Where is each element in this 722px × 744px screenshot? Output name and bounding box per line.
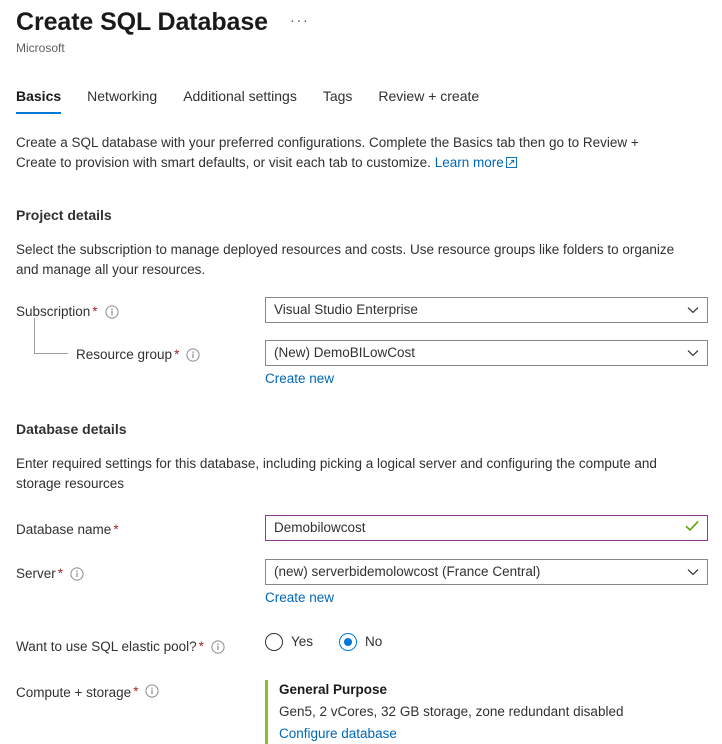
elastic-pool-control: Yes No — [265, 632, 706, 651]
configure-database-link[interactable]: Configure database — [279, 723, 397, 744]
subscription-required-marker: * — [92, 304, 98, 319]
intro-text: Create a SQL database with your preferre… — [16, 135, 639, 170]
radio-circle-selected-icon — [339, 633, 358, 651]
learn-more-link[interactable]: Learn more — [435, 155, 517, 170]
project-details-description: Select the subscription to manage deploy… — [16, 242, 675, 277]
external-link-icon — [505, 154, 517, 174]
compute-storage-required-marker: * — [133, 684, 139, 699]
resource-group-row: Resource group * (New) DemoBILowCost Cre… — [16, 318, 708, 388]
resource-group-value: (New) DemoBILowCost — [274, 345, 416, 360]
radio-circle-icon — [265, 633, 283, 651]
info-icon[interactable] — [145, 684, 160, 698]
subscription-label: Subscription — [16, 303, 91, 319]
compute-tier-name: General Purpose — [279, 682, 388, 697]
valid-check-icon — [685, 516, 699, 540]
tab-basics[interactable]: Basics — [16, 87, 62, 114]
elastic-pool-required-marker: * — [198, 639, 204, 654]
database-name-control: Demobilowcost — [265, 515, 708, 541]
resource-group-label: Resource group — [76, 346, 173, 362]
subscription-control: Visual Studio Enterprise — [265, 297, 708, 323]
compute-storage-summary-card: General Purpose Gen5, 2 vCores, 32 GB st… — [265, 680, 706, 744]
server-dropdown[interactable]: (new) serverbidemolowcost (France Centra… — [265, 559, 708, 585]
elastic-pool-label: Want to use SQL elastic pool? — [16, 638, 197, 654]
chevron-down-icon — [687, 341, 699, 365]
tab-review-create[interactable]: Review + create — [378, 87, 479, 114]
database-name-value: Demobilowcost — [274, 520, 366, 535]
elastic-pool-radio-group: Yes No — [265, 632, 706, 651]
title-row: Create SQL Database ··· — [16, 7, 706, 37]
tab-networking[interactable]: Networking — [87, 87, 157, 114]
compute-storage-label: Compute + storage — [16, 685, 132, 700]
elastic-pool-row: Want to use SQL elastic pool? * Yes No — [16, 632, 706, 658]
info-icon[interactable] — [186, 347, 200, 362]
subscription-dropdown[interactable]: Visual Studio Enterprise — [265, 297, 708, 323]
blade-intro-text: Create a SQL database with your preferre… — [16, 133, 676, 174]
resource-group-control: (New) DemoBILowCost Create new — [265, 340, 708, 388]
info-icon[interactable] — [211, 639, 225, 654]
publisher-label: Microsoft — [16, 41, 65, 55]
page-title: Create SQL Database — [16, 8, 268, 36]
tab-tags[interactable]: Tags — [323, 87, 353, 114]
database-name-required-marker: * — [113, 522, 119, 537]
database-name-input[interactable]: Demobilowcost — [265, 515, 708, 541]
resource-group-dropdown[interactable]: (New) DemoBILowCost — [265, 340, 708, 366]
tab-additional-settings[interactable]: Additional settings — [183, 87, 297, 114]
database-details-description: Enter required settings for this databas… — [16, 456, 657, 491]
project-details-heading: Project details — [16, 207, 112, 223]
tab-bar: Basics Networking Additional settings Ta… — [16, 87, 706, 114]
hierarchy-connector-line — [34, 318, 68, 354]
resource-group-label-group: Resource group * — [16, 318, 265, 366]
blade-header: Create SQL Database ··· Microsoft — [16, 0, 706, 56]
compute-storage-label-group: Compute + storage * — [16, 680, 265, 706]
subscription-row: Subscription * Visual Studio Enterprise — [16, 297, 708, 323]
info-icon[interactable] — [70, 566, 84, 581]
elastic-pool-option-no[interactable]: No — [339, 633, 382, 651]
database-name-label-group: Database name * — [16, 515, 265, 541]
chevron-down-icon — [687, 560, 699, 584]
elastic-pool-option-no-label: No — [365, 634, 383, 649]
elastic-pool-option-yes-label: Yes — [291, 634, 314, 649]
elastic-pool-label-group: Want to use SQL elastic pool? * — [16, 632, 265, 658]
more-options-icon[interactable]: ··· — [286, 13, 314, 29]
resource-group-required-marker: * — [174, 347, 180, 362]
chevron-down-icon — [687, 298, 699, 322]
learn-more-label: Learn more — [434, 155, 504, 170]
create-sql-database-blade: Create SQL Database ··· Microsoft Basics… — [0, 0, 722, 744]
database-name-label: Database name — [16, 521, 112, 537]
server-value: (new) serverbidemolowcost (France Centra… — [274, 564, 541, 579]
server-required-marker: * — [57, 566, 64, 581]
compute-storage-control: General Purpose Gen5, 2 vCores, 32 GB st… — [265, 680, 706, 744]
server-create-new-link[interactable]: Create new — [265, 590, 334, 605]
info-icon[interactable] — [104, 304, 119, 319]
server-control: (new) serverbidemolowcost (France Centra… — [265, 559, 708, 607]
server-row: Server * (new) serverbidemolowcost (Fran… — [16, 559, 708, 607]
database-details-heading: Database details — [16, 421, 127, 437]
compute-storage-row: Compute + storage * General Purpose Gen5… — [16, 680, 706, 744]
compute-specs-text: Gen5, 2 vCores, 32 GB storage, zone redu… — [279, 704, 624, 719]
server-label: Server — [16, 565, 56, 581]
server-label-group: Server * — [16, 559, 265, 585]
subscription-value: Visual Studio Enterprise — [274, 302, 418, 317]
resource-group-create-new-link[interactable]: Create new — [265, 371, 334, 386]
elastic-pool-option-yes[interactable]: Yes — [265, 633, 313, 651]
database-name-row: Database name * Demobilowcost — [16, 515, 708, 541]
subscription-label-group: Subscription * — [16, 297, 265, 323]
